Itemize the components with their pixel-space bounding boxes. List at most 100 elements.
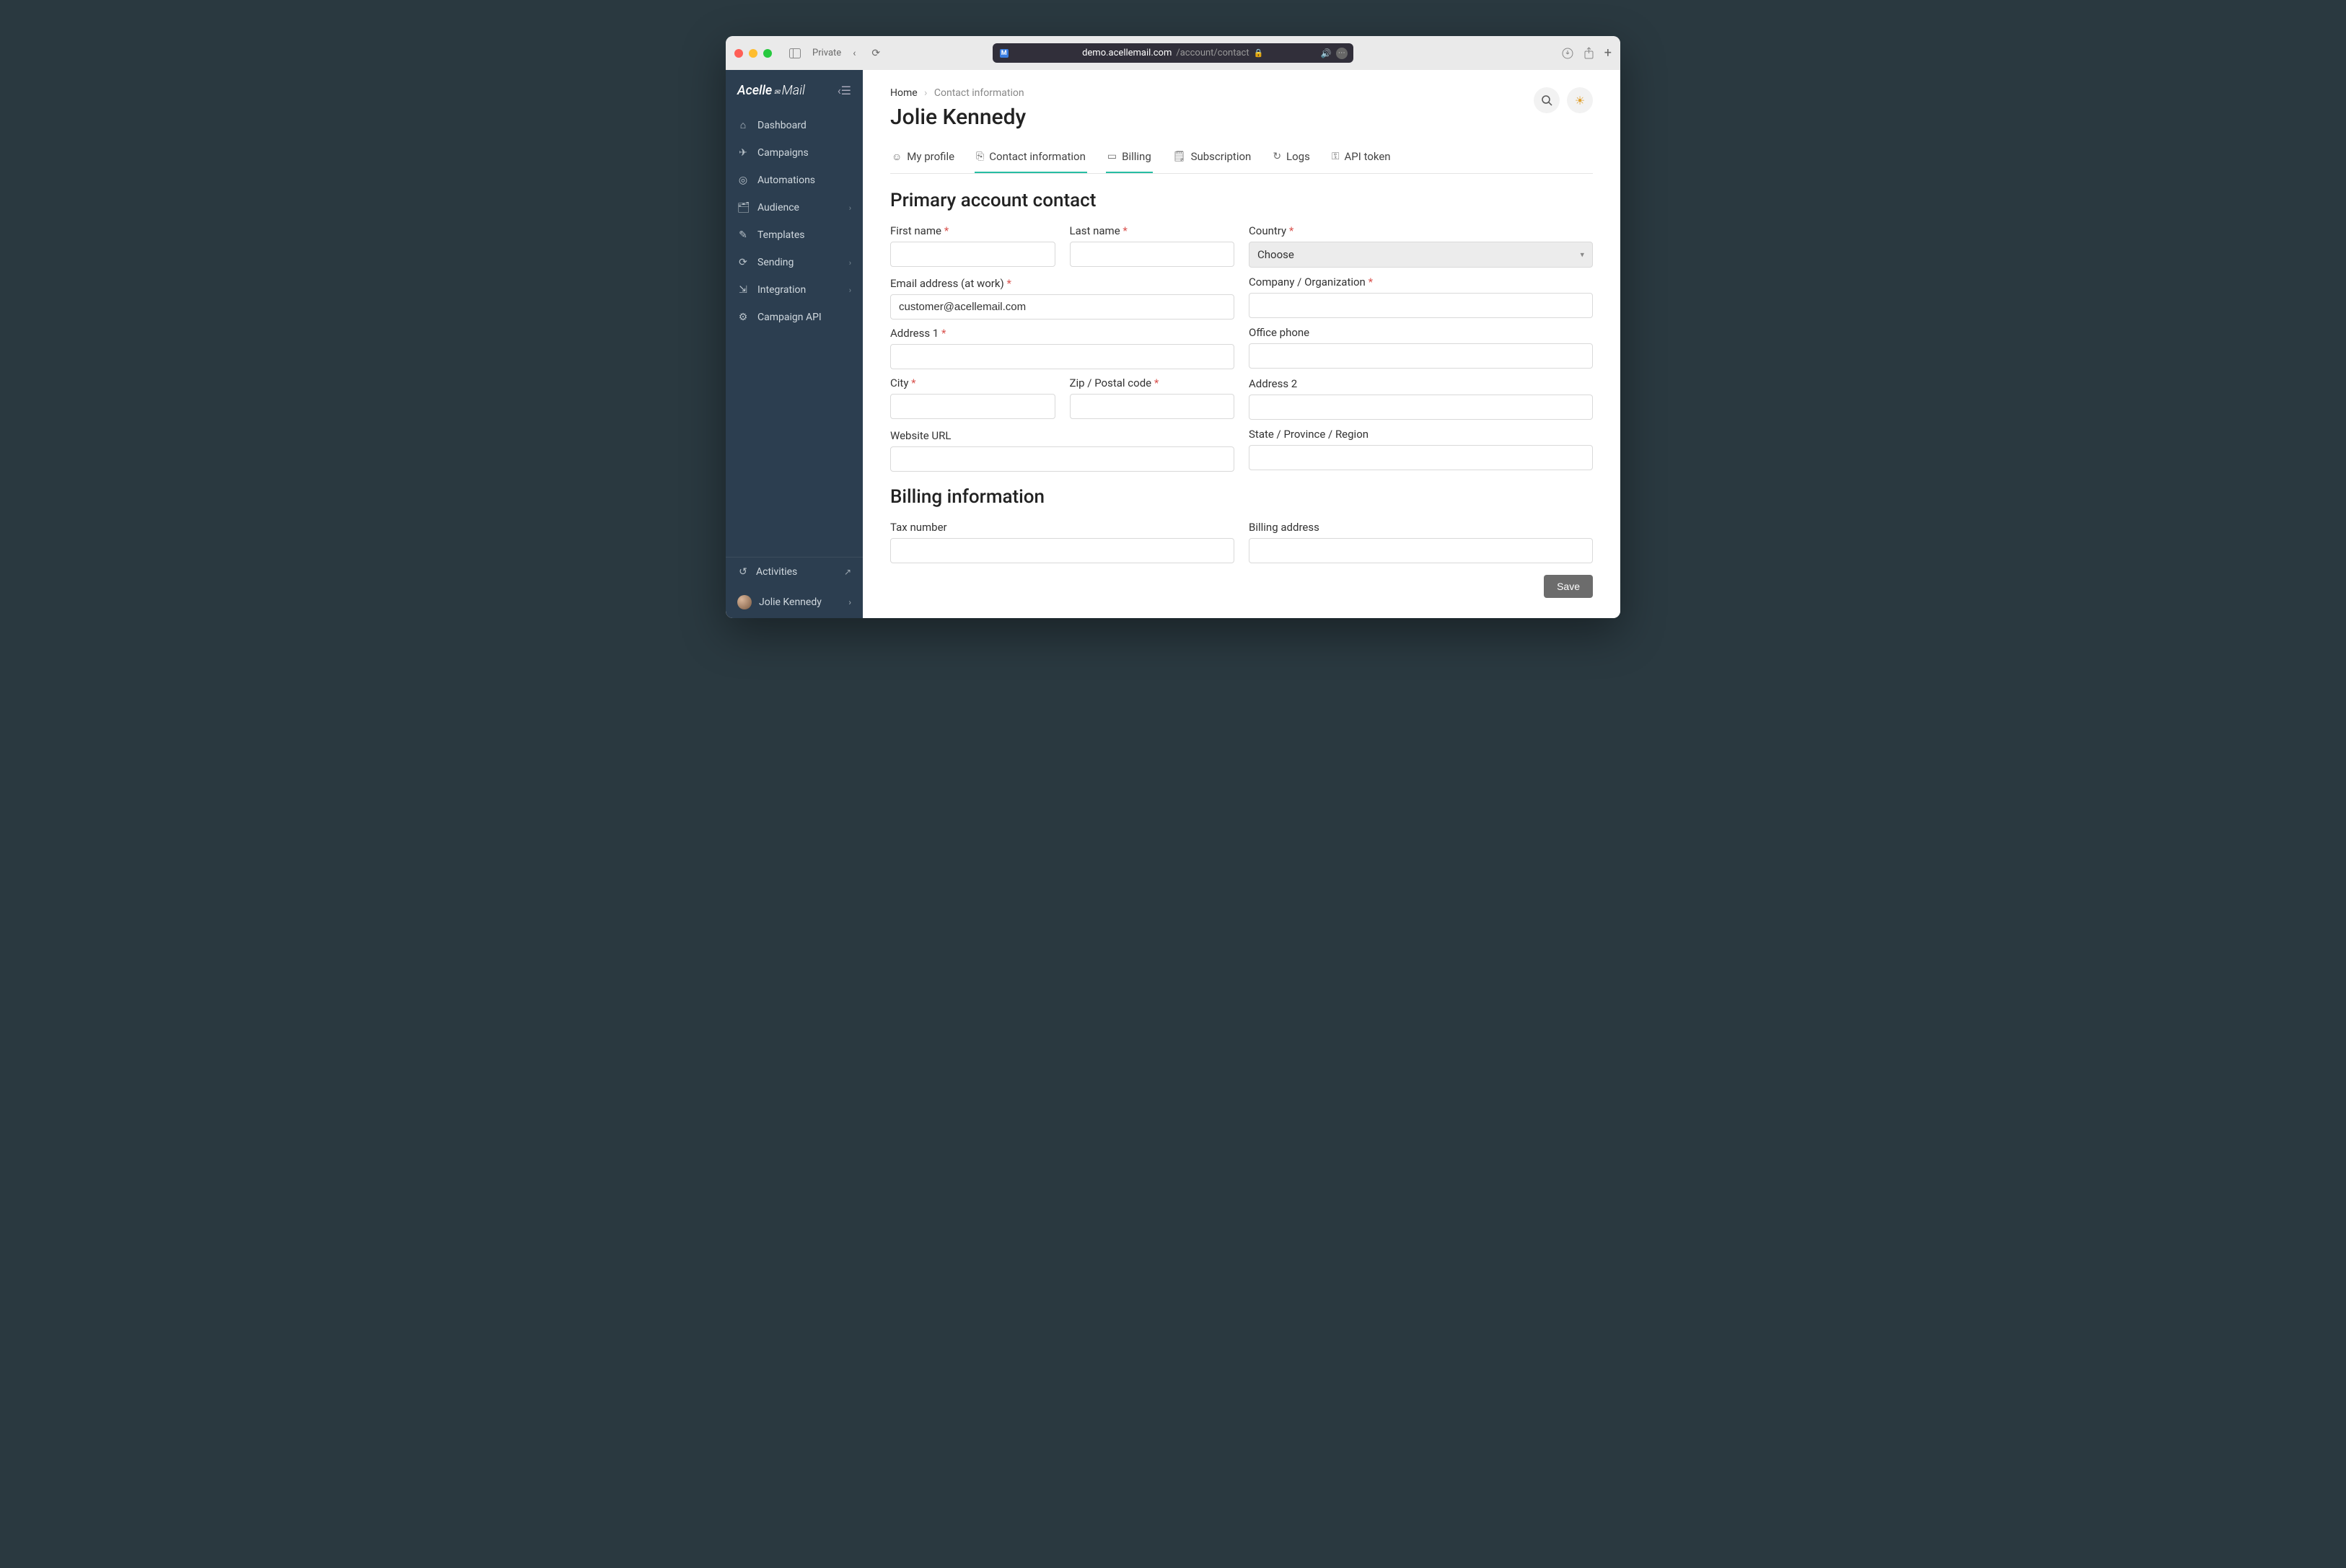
state-input[interactable] — [1249, 445, 1593, 470]
sidebar-item-dashboard[interactable]: ⌂ Dashboard — [726, 111, 863, 139]
label-text: Company / Organization — [1249, 276, 1366, 289]
tab-logs[interactable]: ↻ Logs — [1271, 144, 1312, 173]
search-icon — [1541, 94, 1552, 106]
tab-contact-information[interactable]: ⎘ Contact information — [975, 144, 1087, 173]
more-icon[interactable]: ⋯ — [1336, 48, 1348, 59]
office-phone-input[interactable] — [1249, 343, 1593, 369]
logo-brand: Acelle — [737, 83, 772, 98]
theme-toggle-button[interactable]: ☀ — [1567, 87, 1593, 113]
sidebar-item-campaigns[interactable]: ✈ Campaigns — [726, 139, 863, 167]
external-link-icon: ↗ — [844, 567, 851, 577]
label-address1: Address 1 * — [890, 327, 1234, 340]
tab-label: Logs — [1286, 150, 1310, 163]
avatar — [737, 595, 752, 609]
first-name-input[interactable] — [890, 242, 1055, 267]
sidebar-item-sending[interactable]: ⟳ Sending › — [726, 249, 863, 276]
required-mark: * — [911, 376, 915, 389]
tab-my-profile[interactable]: ☺ My profile — [890, 144, 956, 173]
new-tab-button[interactable]: + — [1604, 45, 1612, 61]
sidebar-item-integration[interactable]: ⇲ Integration › — [726, 276, 863, 304]
target-icon: ◎ — [737, 175, 749, 186]
tab-subscription[interactable]: 🗒 Subscription — [1172, 144, 1253, 173]
logs-icon: ↻ — [1273, 151, 1281, 162]
sidebar-item-label: Campaign API — [757, 312, 822, 323]
label-state: State / Province / Region — [1249, 428, 1593, 441]
share-icon[interactable] — [1583, 47, 1594, 59]
tabs: ☺ My profile ⎘ Contact information ▭ Bil… — [890, 144, 1593, 174]
card-icon: ▭ — [1107, 151, 1117, 162]
search-button[interactable] — [1534, 87, 1560, 113]
private-label: Private — [812, 48, 841, 58]
reload-button[interactable]: ⟳ — [867, 48, 884, 59]
label-company: Company / Organization * — [1249, 276, 1593, 289]
label-text: Tax number — [890, 521, 947, 534]
required-mark: * — [1123, 224, 1127, 237]
label-text: Address 2 — [1249, 377, 1297, 390]
sidebar-item-templates[interactable]: ✎ Templates — [726, 221, 863, 249]
required-mark: * — [941, 327, 946, 340]
sidebar-item-campaign-api[interactable]: ⚙ Campaign API — [726, 304, 863, 331]
page-title: Jolie Kennedy — [890, 105, 1026, 130]
tax-input[interactable] — [890, 538, 1234, 563]
company-input[interactable] — [1249, 293, 1593, 318]
sidebar-item-audience[interactable]: 🗂 Audience › — [726, 194, 863, 221]
url-path: /account/contact — [1176, 48, 1249, 58]
sidebar-activities[interactable]: ↺ Activities ↗ — [726, 558, 863, 586]
traffic-lights — [734, 49, 772, 58]
sidebar-item-label: Audience — [757, 202, 799, 213]
label-first-name: First name * — [890, 224, 1055, 237]
contact-icon: ⎘ — [976, 151, 984, 162]
breadcrumb-home[interactable]: Home — [890, 87, 918, 99]
tab-billing[interactable]: ▭ Billing — [1106, 144, 1153, 173]
label-tax: Tax number — [890, 521, 1234, 534]
city-input[interactable] — [890, 394, 1055, 419]
back-button[interactable]: ‹ — [848, 48, 860, 59]
label-office-phone: Office phone — [1249, 326, 1593, 339]
website-input[interactable] — [890, 446, 1234, 472]
history-icon: ↺ — [737, 566, 749, 578]
label-zip: Zip / Postal code * — [1070, 376, 1235, 389]
label-billing-address: Billing address — [1249, 521, 1593, 534]
sending-icon: ⟳ — [737, 257, 749, 268]
sidebar-user[interactable]: Jolie Kennedy › — [726, 586, 863, 618]
last-name-input[interactable] — [1070, 242, 1235, 267]
country-select[interactable]: Choose — [1249, 242, 1593, 268]
close-window-button[interactable] — [734, 49, 743, 58]
address1-input[interactable] — [890, 344, 1234, 369]
tab-api-token[interactable]: ⚿ API token — [1330, 144, 1392, 173]
billing-address-input[interactable] — [1249, 538, 1593, 563]
menu-collapse-icon[interactable]: ‹☰ — [838, 84, 851, 97]
label-text: Billing address — [1249, 521, 1319, 534]
main-content: Home › Contact information Jolie Kennedy… — [863, 70, 1620, 618]
label-text: Address 1 — [890, 327, 939, 340]
download-icon[interactable] — [1562, 48, 1573, 59]
label-text: First name — [890, 224, 941, 237]
sun-icon: ☀ — [1575, 94, 1585, 107]
save-button[interactable]: Save — [1544, 575, 1593, 598]
logo-suffix: Mail — [782, 83, 805, 98]
required-mark: * — [1154, 376, 1159, 389]
tab-label: API token — [1345, 150, 1391, 163]
minimize-window-button[interactable] — [749, 49, 757, 58]
sidebar-item-label: Sending — [757, 257, 794, 268]
sidebar-toggle-icon[interactable] — [785, 48, 805, 58]
section-title-billing: Billing information — [890, 486, 1593, 508]
user-name: Jolie Kennedy — [759, 596, 822, 608]
activities-label: Activities — [756, 566, 797, 578]
tab-label: Contact information — [989, 150, 1086, 163]
chevron-right-icon: › — [849, 203, 851, 213]
address2-input[interactable] — [1249, 395, 1593, 420]
chevron-right-icon: › — [848, 597, 851, 607]
maximize-window-button[interactable] — [763, 49, 772, 58]
url-domain: demo.acellemail.com — [1082, 48, 1172, 58]
sidebar: Acelle ✉ Mail ‹☰ ⌂ Dashboard ✈ Campaigns… — [726, 70, 863, 618]
zip-input[interactable] — [1070, 394, 1235, 419]
sidebar-item-label: Campaigns — [757, 147, 809, 159]
breadcrumb-current: Contact information — [934, 87, 1024, 99]
subscription-icon: 🗒 — [1173, 151, 1186, 162]
sidebar-item-automations[interactable]: ◎ Automations — [726, 167, 863, 194]
app-body: Acelle ✉ Mail ‹☰ ⌂ Dashboard ✈ Campaigns… — [726, 70, 1620, 618]
url-bar[interactable]: M demo.acellemail.com/account/contact 🔒 … — [993, 43, 1353, 63]
audio-icon[interactable]: 🔊 — [1321, 48, 1332, 58]
email-input[interactable] — [890, 294, 1234, 320]
